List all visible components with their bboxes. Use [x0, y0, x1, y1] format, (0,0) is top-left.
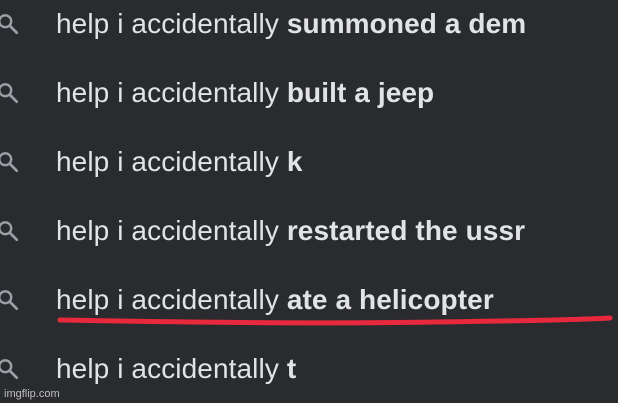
red-underline-annotation — [57, 315, 613, 326]
suggestion-completion: k — [286, 145, 303, 177]
search-icon — [0, 82, 19, 103]
search-icon — [0, 289, 19, 310]
suggestion-text: help i accidentally summoned a dem — [56, 8, 526, 40]
suggestion-item[interactable]: help i accidentally k — [0, 127, 618, 196]
suggestion-text: help i accidentally k — [56, 146, 303, 178]
imgflip-watermark: imgflip.com — [4, 388, 60, 400]
search-icon — [0, 358, 19, 379]
suggestion-item[interactable]: help i accidentally t — [0, 334, 618, 403]
suggestion-completion: summoned a dem — [286, 7, 527, 39]
search-suggestions-list: help i accidentally summoned a dem help … — [0, 0, 618, 403]
search-icon — [0, 13, 19, 34]
search-icon — [0, 220, 19, 241]
suggestion-item[interactable]: help i accidentally built a jeep — [0, 58, 618, 127]
suggestion-completion: built a jeep — [286, 76, 435, 108]
suggestion-text: help i accidentally restarted the ussr — [56, 215, 525, 247]
suggestion-query-prefix: help i accidentally — [56, 352, 287, 384]
suggestion-query-prefix: help i accidentally — [56, 76, 287, 108]
suggestion-query-prefix: help i accidentally — [56, 7, 287, 39]
suggestion-query-prefix: help i accidentally — [56, 214, 287, 246]
suggestion-item[interactable]: help i accidentally restarted the ussr — [0, 196, 618, 265]
suggestion-completion: restarted the ussr — [286, 214, 526, 246]
suggestion-query-prefix: help i accidentally — [56, 145, 287, 177]
search-icon — [0, 151, 19, 172]
suggestion-completion: t — [286, 352, 297, 384]
suggestion-item[interactable]: help i accidentally summoned a dem — [0, 0, 618, 58]
suggestion-text: help i accidentally t — [56, 353, 296, 385]
suggestion-text: help i accidentally built a jeep — [56, 77, 434, 109]
